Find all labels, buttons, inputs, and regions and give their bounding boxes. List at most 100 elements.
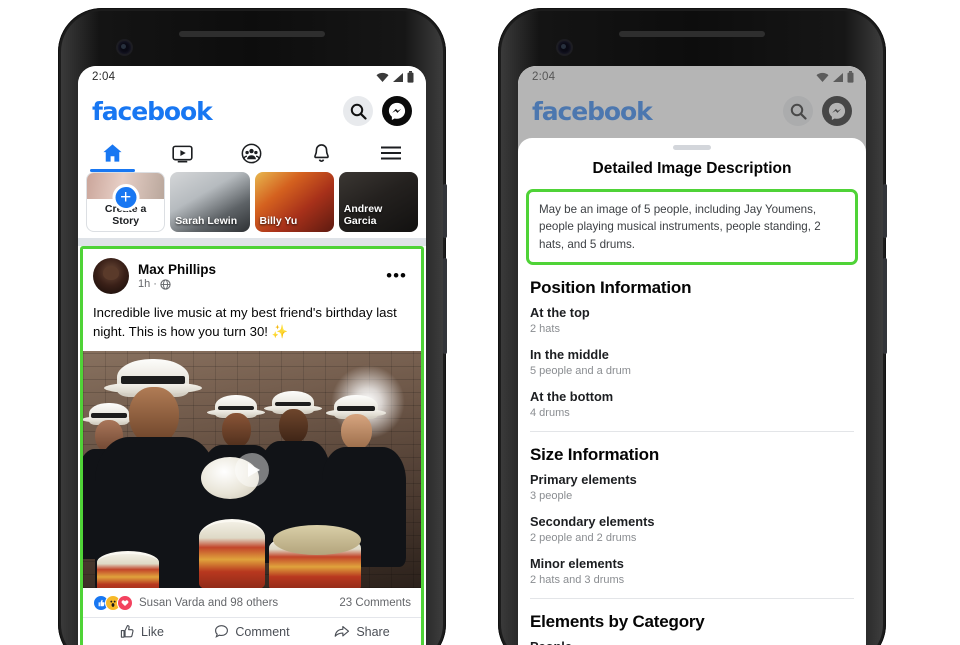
detail-label: Secondary elements [530,514,655,530]
story-card[interactable]: Sarah Lewin [170,172,250,232]
earpiece-speaker [619,31,765,37]
post-timestamp: 1h [138,278,151,290]
plus-icon: + [112,184,140,211]
share-icon [334,626,350,638]
post-options-button[interactable]: ••• [386,267,411,284]
header-actions [343,96,412,126]
detail-value: 2 people and 2 drums [530,532,637,545]
messenger-icon [388,102,406,120]
status-bar: 2:04 [78,66,426,88]
status-time: 2:04 [92,71,116,83]
power-button[interactable] [443,184,447,238]
reactions-text[interactable]: Susan Varda and 98 others [139,597,278,609]
comment-icon [215,625,229,639]
post-author-name[interactable]: Max Phillips [138,262,386,277]
share-label: Share [356,624,390,639]
detail-bottom-sheet: Detailed Image Description May be an ima… [518,138,866,645]
detail-item: In the middle 5 people and a drum [530,347,854,377]
power-button[interactable] [883,184,887,238]
volume-button[interactable] [883,258,887,354]
front-camera [558,41,571,54]
detail-label: At the bottom [530,389,614,405]
detail-label: Primary elements [530,472,637,488]
nav-tab-groups[interactable] [217,134,287,172]
post-text: Incredible live music at my best friend'… [93,305,397,339]
love-reaction-icon [117,595,133,612]
detail-value: 5 people and a drum [530,365,631,378]
detail-item: People 5 people [530,639,854,645]
status-icon-group [376,71,414,83]
bell-icon [314,143,329,162]
facebook-header: facebook [78,88,426,134]
comment-button[interactable]: Comment [197,624,307,639]
sheet-title: Detailed Image Description [592,160,792,177]
nav-tab-video[interactable] [148,134,218,172]
share-button[interactable]: Share [307,624,417,639]
detail-label: At the top [530,305,590,321]
detail-label: In the middle [530,347,609,363]
detail-label: People [530,639,854,645]
detail-value: 4 drums [530,407,570,420]
facebook-logo[interactable]: facebook [92,97,213,126]
nav-tab-home[interactable] [78,134,148,172]
feed-divider [78,238,426,246]
detail-item: Minor elements 2 hats and 3 drums [530,556,854,586]
reaction-icons [93,595,133,612]
volume-button[interactable] [443,258,447,354]
messenger-button[interactable] [382,96,412,126]
story-label: Andrew Garcia [343,202,383,227]
post-separator: · [153,278,157,290]
reactions-group[interactable]: Susan Varda and 98 others [93,595,278,612]
detail-item: At the top 2 hats [530,305,854,335]
detail-item: At the bottom 4 drums [530,389,854,419]
nav-tab-menu[interactable] [356,134,426,172]
post-subtitle: 1h · [138,278,386,290]
post-engagement-bar: Susan Varda and 98 others 23 Comments [83,588,421,619]
comments-count[interactable]: 23 Comments [339,597,411,609]
detail-value: 3 people [530,490,573,503]
detail-value: 2 hats and 3 drums [530,574,625,587]
video-icon [172,145,193,162]
highlighted-post-card[interactable]: Max Phillips 1h · ••• Incredible live mu… [80,246,424,645]
stories-carousel[interactable]: + Create a Story Sarah Lewin Billy Yu An… [78,172,426,238]
image-description-box: May be an image of 5 people, including J… [526,189,858,266]
hamburger-menu-icon [381,146,402,160]
story-label: Billy Yu [259,214,298,227]
post-actions: Like Comment Share [83,618,421,645]
left-phone-screen: 2:04 facebook + a Story Sarah Lewin Bill… [78,66,426,645]
thumbs-up-icon [120,625,134,639]
detail-label: Minor elements [530,556,624,572]
signal-icon [393,72,403,82]
story-card[interactable]: Billy Yu [254,172,334,232]
front-camera [118,41,131,54]
section-heading: Elements by Category [530,612,705,632]
search-icon [350,103,367,120]
play-button[interactable] [235,452,269,487]
like-label: Like [141,624,164,639]
battery-icon [407,71,414,83]
left-phone-device: 2:04 facebook + a Story Sarah Lewin Bill… [58,8,447,645]
search-button[interactable] [343,96,373,126]
post-image[interactable] [83,351,421,589]
section-heading: Size Information [530,445,660,465]
post-meta: Max Phillips 1h · [138,262,386,290]
wifi-icon [376,72,389,82]
story-label: Sarah Lewin [175,214,238,227]
section-position-information: Position Information At the top 2 hats I… [518,278,866,419]
story-create[interactable]: + Create a Story [86,172,166,232]
facebook-nav-tabs [78,134,426,172]
detail-item: Secondary elements 2 people and 2 drums [530,514,854,544]
groups-icon [242,143,262,163]
nav-tab-notifications[interactable] [287,134,357,172]
like-button[interactable]: Like [87,624,197,639]
section-divider [530,598,854,600]
post-header: Max Phillips 1h · ••• [83,249,421,298]
two-phone-comparison: 2:04 facebook + a Story Sarah Lewin Bill… [0,0,960,645]
avatar[interactable] [93,258,129,294]
right-phone-device: 2:04 facebook [498,8,887,645]
section-divider [530,431,854,433]
section-elements-by-category: Elements by Category People 5 people [518,612,866,645]
story-card[interactable]: Andrew Garcia [338,172,419,232]
section-size-information: Size Information Primary elements 3 peop… [518,445,866,586]
section-heading: Position Information [530,278,692,298]
